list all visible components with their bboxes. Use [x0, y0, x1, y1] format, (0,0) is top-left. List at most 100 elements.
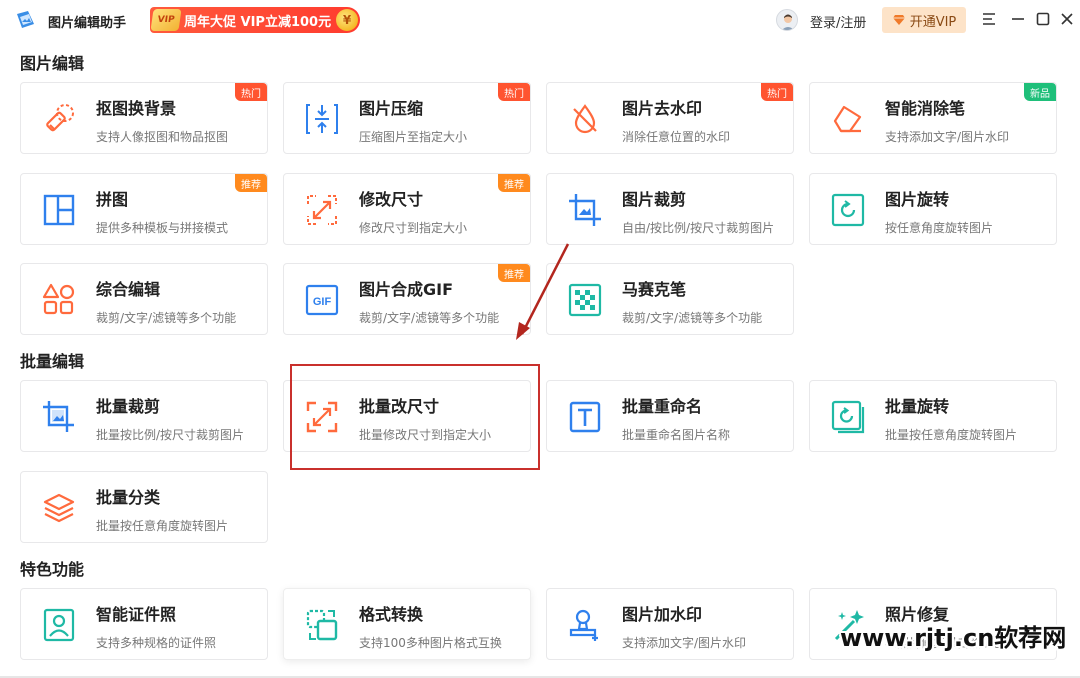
- svg-text:GIF: GIF: [313, 296, 332, 308]
- hot-badge: 热门: [498, 83, 530, 101]
- card-collage[interactable]: 拼图 提供多种模板与拼接模式 推荐: [20, 173, 268, 245]
- highlight-box: [290, 364, 540, 470]
- card-desc: 消除任意位置的水印: [622, 130, 731, 144]
- card-rotate[interactable]: 图片旋转 按任意角度旋转图片: [809, 173, 1057, 245]
- card-batch-classify[interactable]: 批量分类 批量按任意角度旋转图片: [20, 471, 268, 543]
- card-batch-crop[interactable]: 批量裁剪 批量按比例/按尺寸裁剪图片: [20, 380, 268, 452]
- title-bar: 图片编辑助手 VIP 周年大促 VIP立减100元 ¥ 登录/注册 开通VIP: [0, 0, 1080, 40]
- card-gif[interactable]: GIF 图片合成GIF 裁剪/文字/滤镜等多个功能 推荐: [283, 263, 531, 335]
- card-title: 图片去水印: [622, 99, 703, 118]
- resize-icon: [304, 192, 340, 228]
- section-title-edit: 图片编辑: [20, 54, 85, 73]
- promo-text: 周年大促 VIP立减100元: [184, 14, 332, 30]
- card-desc: 支持添加文字/图片水印: [885, 130, 1010, 144]
- card-title: 修改尺寸: [359, 190, 424, 209]
- recommend-badge: 推荐: [498, 264, 530, 282]
- mosaic-icon: [567, 282, 603, 318]
- maximize-icon[interactable]: [1035, 11, 1051, 27]
- card-desc: 裁剪/文字/滤镜等多个功能: [359, 311, 500, 325]
- close-icon[interactable]: [1059, 11, 1075, 27]
- card-format-convert[interactable]: 格式转换 支持100多种图片格式互换: [283, 588, 531, 660]
- card-desc: 批量按任意角度旋转图片: [885, 428, 1018, 442]
- site-watermark: www.rjtj.cn软荐网: [840, 624, 1067, 652]
- open-vip-label: 开通VIP: [909, 14, 957, 30]
- card-title: 拼图: [96, 190, 129, 209]
- login-link[interactable]: 登录/注册: [810, 12, 866, 31]
- avatar[interactable]: [776, 9, 798, 31]
- layers-icon: [41, 490, 77, 526]
- card-title: 批量重命名: [622, 397, 703, 416]
- hot-badge: 热门: [235, 83, 267, 101]
- card-desc: 支持添加文字/图片水印: [622, 636, 747, 650]
- hot-badge: 热门: [761, 83, 793, 101]
- shapes-icon: [41, 282, 77, 318]
- card-title: 批量分类: [96, 488, 161, 507]
- id-photo-icon: [41, 607, 77, 643]
- card-desc: 修改尺寸到指定大小: [359, 221, 468, 235]
- minimize-icon[interactable]: [1010, 11, 1026, 27]
- card-title: 批量裁剪: [96, 397, 161, 416]
- recommend-badge: 推荐: [235, 174, 267, 192]
- eraser-pen-icon: [830, 101, 866, 137]
- gif-icon: GIF: [304, 282, 340, 318]
- card-smart-eraser[interactable]: 智能消除笔 支持添加文字/图片水印 新品: [809, 82, 1057, 154]
- recommend-badge: 推荐: [498, 174, 530, 192]
- batch-rotate-icon: [830, 399, 866, 435]
- diamond-icon: [892, 15, 905, 25]
- vip-tag-icon: VIP: [150, 9, 182, 31]
- card-desc: 自由/按比例/按尺寸裁剪图片: [622, 221, 775, 235]
- coin-icon: ¥: [336, 9, 358, 31]
- card-title: 图片裁剪: [622, 190, 687, 209]
- card-desc: 支持人像抠图和物品抠图: [96, 130, 229, 144]
- card-cutout-background[interactable]: 抠图换背景 支持人像抠图和物品抠图 热门: [20, 82, 268, 154]
- card-crop[interactable]: 图片裁剪 自由/按比例/按尺寸裁剪图片: [546, 173, 794, 245]
- card-desc: 按任意角度旋转图片: [885, 221, 994, 235]
- card-desc: 支持多种规格的证件照: [96, 636, 217, 650]
- collage-icon: [41, 192, 77, 228]
- card-comprehensive-edit[interactable]: 综合编辑 裁剪/文字/滤镜等多个功能: [20, 263, 268, 335]
- card-desc: 批量按任意角度旋转图片: [96, 519, 229, 533]
- promo-banner[interactable]: VIP 周年大促 VIP立减100元 ¥: [150, 7, 360, 33]
- card-desc: 裁剪/文字/滤镜等多个功能: [96, 311, 237, 325]
- new-badge: 新品: [1024, 83, 1056, 101]
- card-title: 批量旋转: [885, 397, 950, 416]
- card-add-watermark[interactable]: 图片加水印 支持添加文字/图片水印: [546, 588, 794, 660]
- card-mosaic[interactable]: 马赛克笔 裁剪/文字/滤镜等多个功能: [546, 263, 794, 335]
- card-title: 图片旋转: [885, 190, 950, 209]
- app-logo-icon: [14, 8, 38, 32]
- section-title-special: 特色功能: [20, 560, 85, 579]
- crop-icon: [567, 192, 603, 228]
- card-title: 综合编辑: [96, 280, 161, 299]
- card-title: 智能消除笔: [885, 99, 966, 118]
- card-desc: 裁剪/文字/滤镜等多个功能: [622, 311, 763, 325]
- rename-icon: [567, 399, 603, 435]
- card-remove-watermark[interactable]: 图片去水印 消除任意位置的水印 热门: [546, 82, 794, 154]
- open-vip-button[interactable]: 开通VIP: [882, 7, 966, 33]
- card-image-compress[interactable]: 图片压缩 压缩图片至指定大小 热门: [283, 82, 531, 154]
- convert-icon: [304, 607, 340, 643]
- eraser-icon: [41, 101, 77, 137]
- card-desc: 批量重命名图片名称: [622, 428, 731, 442]
- card-desc: 压缩图片至指定大小: [359, 130, 468, 144]
- no-watermark-icon: [567, 101, 603, 137]
- card-batch-rotate[interactable]: 批量旋转 批量按任意角度旋转图片: [809, 380, 1057, 452]
- card-title: 图片压缩: [359, 99, 424, 118]
- menu-icon[interactable]: [981, 11, 997, 27]
- card-id-photo[interactable]: 智能证件照 支持多种规格的证件照: [20, 588, 268, 660]
- card-title: 图片合成GIF: [359, 280, 454, 299]
- card-title: 格式转换: [359, 605, 424, 624]
- card-batch-rename[interactable]: 批量重命名 批量重命名图片名称: [546, 380, 794, 452]
- card-desc: 批量按比例/按尺寸裁剪图片: [96, 428, 245, 442]
- compress-icon: [304, 101, 340, 137]
- card-resize[interactable]: 修改尺寸 修改尺寸到指定大小 推荐: [283, 173, 531, 245]
- card-title: 图片加水印: [622, 605, 703, 624]
- batch-crop-icon: [41, 399, 77, 435]
- section-title-batch: 批量编辑: [20, 352, 85, 371]
- card-desc: 提供多种模板与拼接模式: [96, 221, 229, 235]
- stamp-icon: [567, 607, 603, 643]
- card-title: 智能证件照: [96, 605, 177, 624]
- card-desc: 支持100多种图片格式互换: [359, 636, 502, 650]
- card-title: 抠图换背景: [96, 99, 177, 118]
- app-name: 图片编辑助手: [48, 16, 127, 31]
- card-title: 马赛克笔: [622, 280, 687, 299]
